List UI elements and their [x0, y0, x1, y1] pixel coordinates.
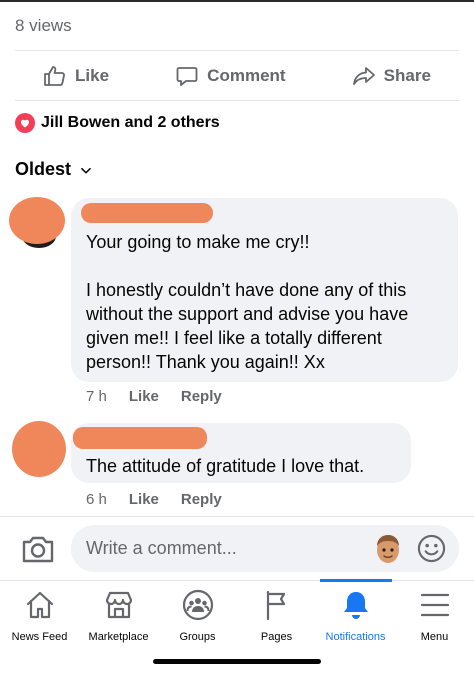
nav-label: Groups: [179, 631, 216, 643]
menu-icon: [420, 593, 449, 617]
comment-time: 7 h: [86, 388, 107, 405]
home-icon: [26, 591, 53, 619]
divider: [0, 580, 474, 581]
nav-item-groups[interactable]: Groups: [158, 588, 237, 648]
comment-like-button[interactable]: Like: [129, 388, 159, 405]
nav-item-pages[interactable]: Pages: [237, 588, 316, 648]
comment-text: The attitude of gratitude I love that.: [86, 456, 365, 476]
bottom-tab-bar: News Feed Marketplace Groups Pages Notif…: [0, 588, 474, 648]
view-count: 8 views: [15, 16, 72, 35]
thumbs-up-icon: [44, 66, 65, 86]
comment-meta: 7 h Like Reply: [86, 388, 222, 405]
comment-reply-button[interactable]: Reply: [181, 388, 222, 405]
bell-icon: [343, 592, 368, 619]
comment-reply-button[interactable]: Reply: [181, 491, 222, 508]
marketplace-icon: [105, 591, 132, 619]
author-name-redacted[interactable]: [73, 427, 207, 449]
sort-label: Oldest: [15, 159, 72, 179]
divider: [15, 50, 459, 51]
comment-meta: 6 h Like Reply: [86, 491, 222, 508]
avatar-sticker-icon[interactable]: [373, 533, 403, 565]
comment-label: Comment: [207, 66, 286, 85]
like-button[interactable]: Like: [43, 64, 109, 88]
top-edge-line: [0, 0, 474, 2]
share-label: Share: [383, 66, 431, 85]
emoji-icon[interactable]: [417, 534, 446, 563]
nav-active-indicator: [320, 579, 392, 582]
flag-icon: [266, 590, 285, 621]
avatar-redacted[interactable]: [12, 421, 66, 477]
nav-item-notifications[interactable]: Notifications: [316, 588, 395, 648]
post-actions-bar: Like Comment Share: [0, 58, 474, 94]
comment-sort-dropdown[interactable]: Oldest: [15, 159, 93, 180]
chevron-down-icon: [81, 167, 91, 174]
comment-input[interactable]: Write a comment...: [71, 525, 459, 572]
avatar-redacted[interactable]: [9, 197, 65, 244]
comment-bubble[interactable]: Your going to make me cry!! I honestly c…: [71, 198, 458, 382]
nav-label: Notifications: [325, 631, 386, 643]
reactions-summary[interactable]: Jill Bowen and 2 others: [15, 113, 220, 133]
comment-time: 6 h: [86, 491, 107, 508]
reactions-text: Jill Bowen and 2 others: [41, 114, 220, 131]
nav-label: Marketplace: [88, 631, 149, 643]
share-button[interactable]: Share: [352, 64, 431, 88]
nav-label: Menu: [420, 631, 449, 643]
home-indicator[interactable]: [153, 659, 321, 664]
comment-button[interactable]: Comment: [175, 64, 286, 88]
nav-item-news-feed[interactable]: News Feed: [0, 588, 79, 648]
divider: [15, 100, 459, 101]
divider: [0, 516, 474, 517]
groups-icon: [182, 589, 213, 621]
comment-bubble[interactable]: The attitude of gratitude I love that.: [71, 423, 411, 483]
comment-icon: [176, 67, 198, 86]
like-label: Like: [75, 66, 110, 85]
nav-item-marketplace[interactable]: Marketplace: [79, 588, 158, 648]
author-name-redacted[interactable]: [81, 203, 213, 223]
nav-item-menu[interactable]: Menu: [395, 588, 474, 648]
comment-input-placeholder: Write a comment...: [86, 538, 237, 558]
share-icon: [352, 67, 375, 85]
camera-icon[interactable]: [20, 531, 56, 567]
love-reaction-icon: [15, 113, 35, 133]
comment-text: Your going to make me cry!! I honestly c…: [86, 232, 409, 372]
nav-label: News Feed: [11, 631, 68, 643]
nav-label: Pages: [260, 631, 293, 643]
comment-like-button[interactable]: Like: [129, 491, 159, 508]
